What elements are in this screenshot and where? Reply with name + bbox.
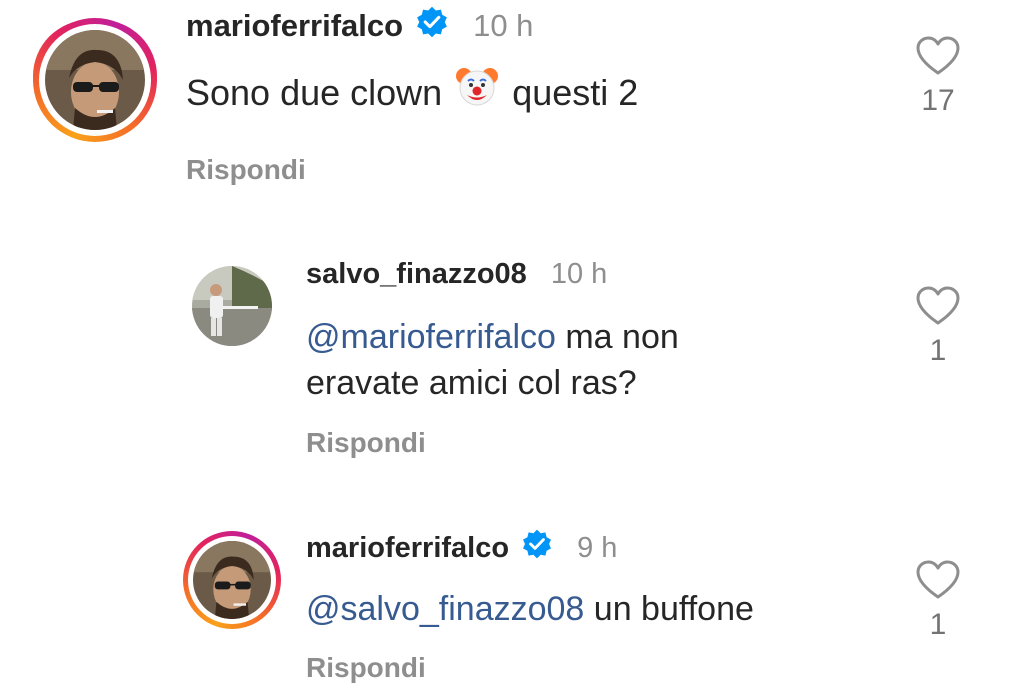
avatar[interactable]: [45, 30, 145, 130]
comment-header: salvo_finazzo08 10 h: [306, 254, 607, 294]
clown-face-emoji-icon: [454, 64, 500, 122]
avatar[interactable]: [192, 266, 272, 346]
reply-button[interactable]: Rispondi: [306, 427, 426, 459]
like-button[interactable]: 17: [908, 36, 968, 118]
comment-text: @marioferrifalco ma non eravate amici co…: [306, 318, 679, 402]
verified-badge-icon: [415, 5, 449, 47]
like-count: 1: [929, 608, 947, 641]
username[interactable]: marioferrifalco: [186, 8, 403, 44]
avatar[interactable]: [193, 541, 271, 619]
heart-icon[interactable]: [916, 36, 960, 76]
username[interactable]: salvo_finazzo08: [306, 258, 527, 291]
like-button[interactable]: 1: [908, 560, 968, 642]
verified-badge-icon: [521, 528, 553, 568]
like-count: 1: [929, 334, 947, 367]
comment-header: marioferrifalco 9 h: [306, 528, 617, 568]
like-count: 17: [921, 84, 955, 117]
comment-text: @salvo_finazzo08 un buffone: [306, 590, 754, 628]
timestamp: 10 h: [473, 8, 534, 43]
reply-button[interactable]: Rispondi: [186, 154, 306, 186]
heart-icon[interactable]: [916, 286, 960, 326]
comment-1: marioferrifalco 10 h Sono due clown ques…: [0, 0, 1024, 200]
heart-icon[interactable]: [916, 560, 960, 600]
mention-link[interactable]: @salvo_finazzo08: [306, 590, 584, 628]
comment-3: marioferrifalco 9 h @salvo_finazzo08 un …: [0, 0, 1024, 683]
comment-header: marioferrifalco 10 h: [186, 6, 533, 46]
timestamp: 10 h: [550, 257, 608, 290]
reply-button[interactable]: Rispondi: [306, 652, 426, 684]
comment-text: Sono due clown questi 2: [186, 64, 638, 122]
mention-link[interactable]: @marioferrifalco: [306, 318, 556, 356]
like-button[interactable]: 1: [908, 286, 968, 368]
username[interactable]: marioferrifalco: [306, 532, 509, 565]
timestamp: 9 h: [577, 531, 618, 564]
